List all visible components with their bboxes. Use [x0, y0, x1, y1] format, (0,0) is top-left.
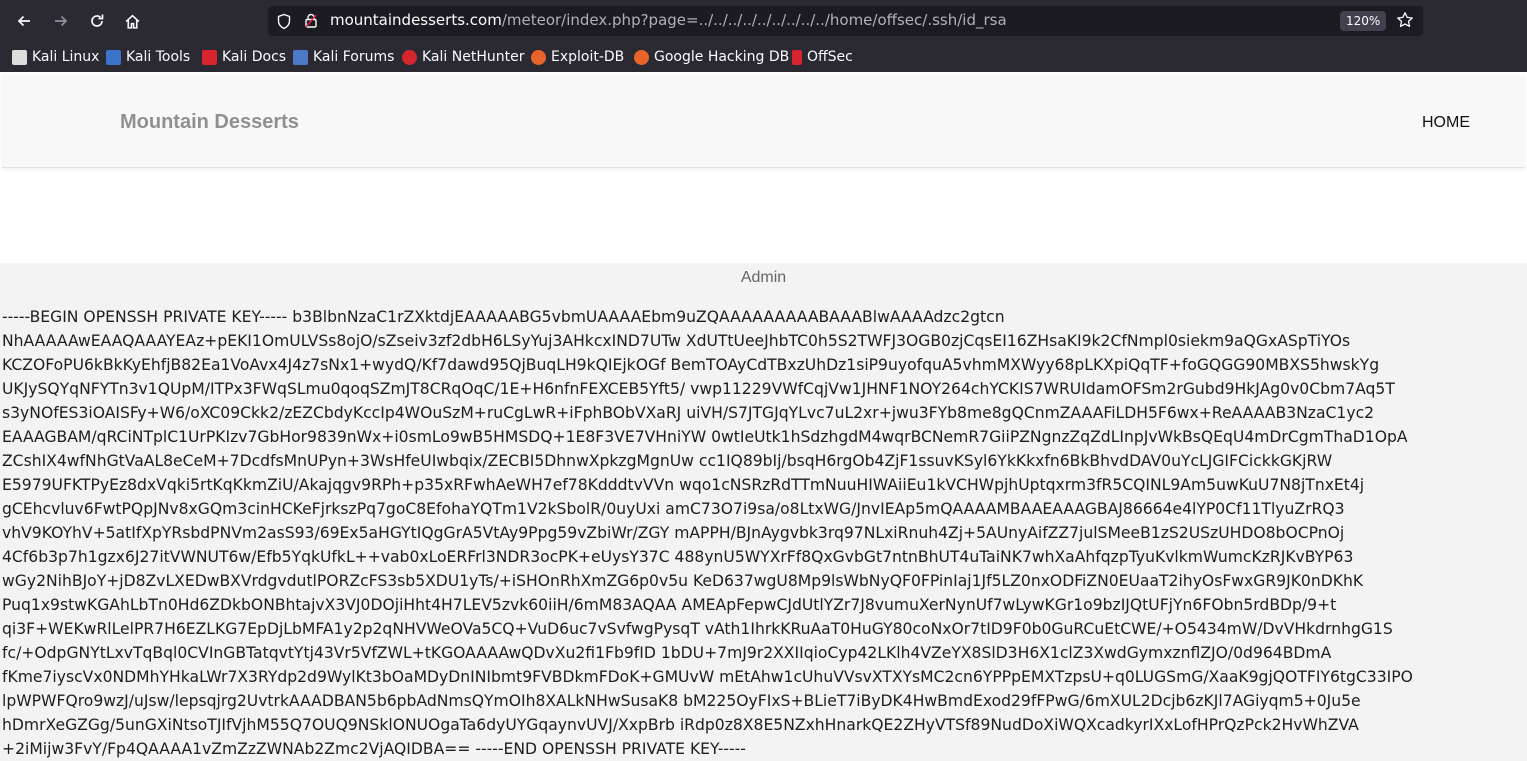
site-navbar: Mountain Desserts HOME — [2, 75, 1525, 168]
bookmark-google-hacking-db[interactable]: Google Hacking DB — [634, 47, 789, 67]
key-line: Puq1x9stwKGAhLbTn0Hd6ZDkbONBhtajvX3VJ0DO… — [2, 596, 1337, 614]
bookmark-kali-forums[interactable]: Kali Forums — [293, 47, 394, 67]
key-line: hDmrXeGZGg/5unGXiNtsoTJIfVjhM55Q7OUQ9NSk… — [2, 716, 1359, 734]
bookmark-kali-linux[interactable]: Kali Linux — [12, 47, 99, 67]
arrow-left-icon — [17, 15, 30, 27]
key-line: wGy2NihBJoY+jD8ZvLXEDwBXVrdgvdutlPORZcFS… — [2, 572, 1364, 590]
back-button[interactable] — [11, 8, 37, 34]
kali-forums-icon — [293, 49, 308, 65]
key-line: fc/+OdpGNYtLxvTqBql0CVInGBTatqvtYtj43Vr5… — [2, 644, 1332, 662]
ghdb-icon — [634, 49, 649, 65]
kali-docs-icon — [202, 49, 217, 65]
exploit-db-icon — [531, 49, 546, 65]
bookmark-label: Kali NetHunter — [422, 49, 525, 65]
section-heading: Admin — [740, 269, 787, 286]
bookmark-label: Kali Docs — [222, 49, 287, 65]
key-line: NhAAAAAwEAAQAAAYEAz+pEKI1OmULVSs8ojO/sZs… — [2, 332, 1351, 350]
admin-content: Admin -----BEGIN OPENSSH PRIVATE KEY----… — [0, 263, 1527, 761]
home-icon — [125, 14, 139, 29]
arrow-right-icon — [55, 15, 68, 27]
bookmark-label: Kali Linux — [32, 49, 100, 65]
forward-button[interactable] — [48, 8, 74, 34]
lock-icon[interactable] — [303, 12, 319, 29]
url-host: mountaindesserts.com — [330, 11, 502, 29]
key-line: UKJySQYqNFYTn3v1QUpM/ITPx3FWqSLmu0qoqSZm… — [2, 380, 1395, 398]
reload-button[interactable] — [84, 8, 110, 34]
site-brand[interactable]: Mountain Desserts — [120, 111, 299, 134]
zoom-level-badge[interactable]: 120% — [1340, 11, 1387, 31]
bookmark-label: Google Hacking DB — [654, 49, 790, 65]
key-line: ZCshIX4wfNhGtVaAL8eCeM+7DcdfsMnUPyn+3WsH… — [2, 452, 1333, 470]
url-bar[interactable]: mountaindesserts.com/meteor/index.php?pa… — [268, 6, 1423, 36]
key-line: E5979UFKTPyEz8dxVqki5rtKqKkmZiU/Akajqgv9… — [2, 476, 1365, 494]
url-path: /meteor/index.php?page=../../../../../..… — [501, 11, 1007, 29]
bookmark-exploit-db[interactable]: Exploit-DB — [531, 47, 624, 67]
bookmark-label: Kali Tools — [126, 49, 191, 65]
bookmark-label: OffSec — [807, 49, 853, 65]
key-line: KCZOFoPU6kBkKyEhfjB82Ea1VoAvx4J4z7sNx1+w… — [2, 356, 1380, 374]
reload-icon — [91, 14, 104, 27]
key-line: EAAAGBAM/qRCiNTplC1UrPKIzv7GbHor9839nWx+… — [2, 428, 1408, 446]
key-line: qi3F+WEKwRlLelPR7H6EZLKG7EpDjLbMFA1y2p2q… — [2, 620, 1393, 638]
key-line: +2iMijw3FvY/Fp4QAAAA1vZmZzZWNAb2Zmc2VjAQ… — [2, 740, 746, 758]
key-line: gCEhcvluv6FwtPQpJNv8xGQm3cinHCKeFjrkszPq… — [2, 500, 1345, 518]
bookmark-label: Kali Forums — [313, 49, 395, 65]
key-line: lpWPWFQro9wzJ/uJsw/lepsqjrg2UvtrkAAADBAN… — [2, 692, 1361, 710]
key-line: 4Cf6b3p7h1gzx6J27itVWNUT6w/Efb5YqkUfkL++… — [2, 548, 1354, 566]
nav-home-link[interactable]: HOME — [1422, 114, 1470, 132]
home-button[interactable] — [119, 8, 145, 34]
key-line: vhV9KOYhV+5atIfXpYRsbdPNVm2asS93/69Ex5aH… — [2, 524, 1345, 542]
bookmark-kali-nethunter[interactable]: Kali NetHunter — [402, 47, 524, 67]
shield-icon[interactable] — [276, 13, 292, 30]
bookmarks-toolbar: Kali Linux Kali Tools Kali Docs Kali For… — [0, 43, 1527, 71]
key-line: fKme7iyscVx0NDMhYHkaLWr7X3RYdp2d9WylKt3b… — [2, 668, 1413, 686]
key-line: -----BEGIN OPENSSH PRIVATE KEY----- b3Bl… — [2, 308, 1005, 326]
nethunter-icon — [402, 49, 417, 65]
bookmark-kali-docs[interactable]: Kali Docs — [202, 47, 286, 67]
private-key-text: -----BEGIN OPENSSH PRIVATE KEY----- b3Bl… — [2, 305, 1527, 761]
kali-tools-icon — [106, 49, 121, 65]
bookmark-offsec[interactable]: OffSec — [792, 47, 853, 67]
kali-dragon-icon — [12, 49, 27, 65]
bookmark-kali-tools[interactable]: Kali Tools — [106, 47, 190, 67]
bookmark-star-icon[interactable] — [1396, 11, 1414, 29]
web-page: Mountain Desserts HOME Admin -----BEGIN … — [0, 72, 1527, 761]
key-line: s3yNOfES3iOAISFy+W6/oXC09Ckk2/zEZCbdyKcc… — [2, 404, 1375, 422]
url-text[interactable]: mountaindesserts.com/meteor/index.php?pa… — [330, 11, 1007, 29]
browser-chrome: mountaindesserts.com/meteor/index.php?pa… — [0, 0, 1527, 72]
bookmark-label: Exploit-DB — [551, 49, 625, 65]
offsec-icon — [792, 49, 802, 65]
browser-toolbar: mountaindesserts.com/meteor/index.php?pa… — [0, 0, 1527, 42]
